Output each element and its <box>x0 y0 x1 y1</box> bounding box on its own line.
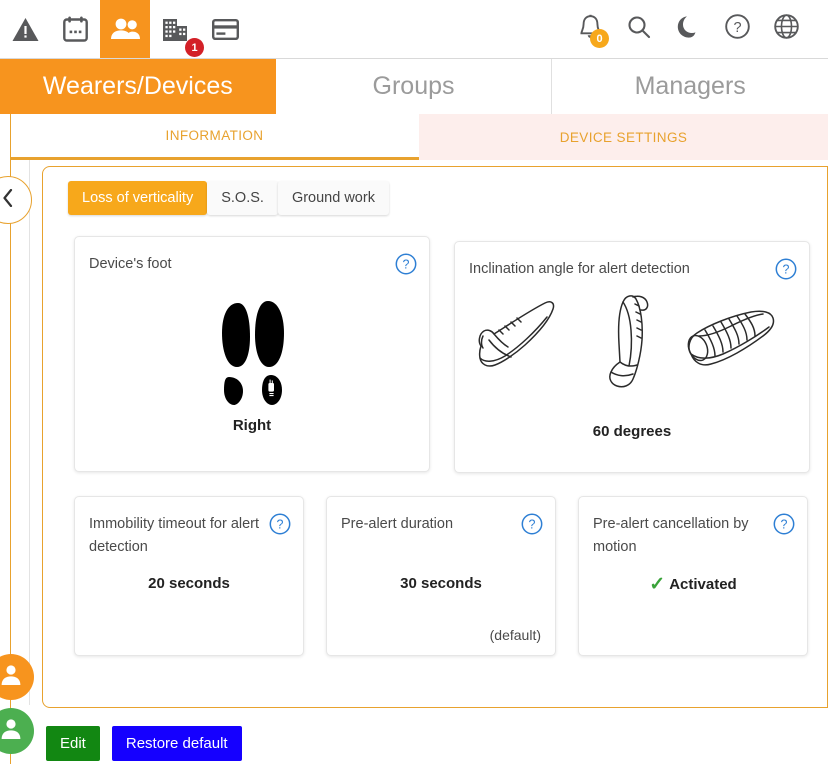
top-toolbar: 1 0 ? <box>0 0 828 59</box>
sub-tabs: INFORMATION DEVICE SETTINGS <box>10 114 828 160</box>
toolbar-darkmode-button[interactable] <box>674 14 702 44</box>
action-button-row: Edit Restore default <box>46 726 242 761</box>
globe-icon <box>773 14 799 44</box>
edit-button[interactable]: Edit <box>46 726 100 761</box>
nav-tab-wearers-devices[interactable]: Wearers/Devices <box>0 59 276 114</box>
check-icon: ✓ <box>649 574 666 595</box>
mode-tab-label: S.O.S. <box>221 190 264 206</box>
svg-text:?: ? <box>783 263 790 277</box>
card-title: Device's foot <box>89 256 172 272</box>
card-title: Inclination angle for alert detection <box>469 261 690 277</box>
chevron-left-icon <box>2 188 14 212</box>
person-icon <box>0 663 23 692</box>
wearer-avatar-green[interactable] <box>0 708 34 754</box>
mode-tab-label: Ground work <box>291 190 375 206</box>
toolbar-notifications-button[interactable]: 0 <box>576 14 609 48</box>
card-note-default: (default) <box>489 627 541 643</box>
main-nav-tabs: Wearers/Devices Groups Managers <box>0 59 828 114</box>
card-device-foot: Device's foot ? Right <box>74 236 430 472</box>
card-value-immobility: 20 seconds <box>148 575 230 592</box>
card-title: Pre-alert cancellation by motion <box>593 516 749 556</box>
help-icon-device-foot[interactable]: ? <box>395 253 417 280</box>
card-value-prealert-duration: 30 seconds <box>400 575 482 592</box>
toolbar-alerts-button[interactable] <box>0 0 50 58</box>
mode-tab-ground-work[interactable]: Ground work <box>277 181 389 215</box>
svg-text:?: ? <box>403 258 410 272</box>
toolbar-wearers-button[interactable] <box>100 0 150 58</box>
nav-tab-groups[interactable]: Groups <box>275 59 553 114</box>
tab-label: INFORMATION <box>165 128 264 143</box>
card-value-inclination: 60 degrees <box>592 423 672 440</box>
nav-tab-managers[interactable]: Managers <box>552 59 828 114</box>
card-icon <box>211 18 239 40</box>
rail-divider-line <box>29 160 30 705</box>
toolbar-search-button[interactable] <box>625 14 653 44</box>
notifications-count-badge: 0 <box>590 29 609 48</box>
svg-text:?: ? <box>529 518 536 532</box>
restore-default-button[interactable]: Restore default <box>111 726 242 761</box>
toolbar-calendar-button[interactable] <box>50 0 100 58</box>
help-circle-icon: ? <box>724 14 750 44</box>
toolbar-left-group: 1 <box>0 0 250 58</box>
card-immobility-timeout: Immobility timeout for alert detection ?… <box>74 496 304 656</box>
people-icon <box>110 18 141 40</box>
app-root: 1 0 ? Wearers/Devices Groups Managers IN… <box>0 0 828 764</box>
help-icon-prealert-cancellation[interactable]: ? <box>773 513 795 540</box>
card-prealert-duration: Pre-alert duration ? 30 seconds (default… <box>326 496 556 656</box>
help-icon-immobility[interactable]: ? <box>269 513 291 540</box>
status-badge: Activated <box>669 576 737 593</box>
card-value-prealert-cancellation: ✓ Activated <box>579 573 807 596</box>
toolbar-language-button[interactable] <box>772 14 800 44</box>
nav-tab-label: Groups <box>372 72 455 100</box>
footprints-graphic <box>75 295 429 407</box>
help-icon-inclination[interactable]: ? <box>775 258 797 285</box>
tab-information[interactable]: INFORMATION <box>10 114 419 160</box>
shoe-inclination-graphic <box>455 292 809 402</box>
tab-device-settings[interactable]: DEVICE SETTINGS <box>419 114 828 160</box>
tab-label: DEVICE SETTINGS <box>559 129 688 145</box>
help-icon-prealert-duration[interactable]: ? <box>521 513 543 540</box>
toolbar-sites-button[interactable]: 1 <box>150 0 204 58</box>
calendar-icon <box>62 16 88 42</box>
card-title: Immobility timeout for alert detection <box>89 516 260 556</box>
toolbar-billing-button[interactable] <box>200 0 250 58</box>
toolbar-right-group: 0 ? <box>576 0 828 58</box>
moon-icon <box>677 15 699 44</box>
mode-tab-sos[interactable]: S.O.S. <box>207 181 278 215</box>
person-icon <box>0 717 23 746</box>
card-value-device-foot: Right <box>232 417 272 434</box>
svg-text:?: ? <box>277 518 284 532</box>
sidebar-collapse-button[interactable] <box>0 176 32 224</box>
alert-mode-tabs: Loss of verticality S.O.S. Ground work <box>68 181 389 215</box>
card-prealert-cancellation: Pre-alert cancellation by motion ? ✓ Act… <box>578 496 808 656</box>
toolbar-help-button[interactable]: ? <box>723 14 751 44</box>
nav-tab-label: Wearers/Devices <box>42 72 233 100</box>
card-inclination-angle: Inclination angle for alert detection ? <box>454 241 810 473</box>
alert-triangle-icon <box>12 17 39 42</box>
search-icon <box>627 15 651 44</box>
mode-tab-label: Loss of verticality <box>82 190 194 206</box>
svg-text:?: ? <box>781 518 788 532</box>
card-title: Pre-alert duration <box>341 516 454 532</box>
nav-tab-label: Managers <box>634 72 746 100</box>
mode-tab-loss-of-verticality[interactable]: Loss of verticality <box>68 181 208 215</box>
svg-text:?: ? <box>733 20 741 36</box>
building-icon <box>162 17 189 42</box>
